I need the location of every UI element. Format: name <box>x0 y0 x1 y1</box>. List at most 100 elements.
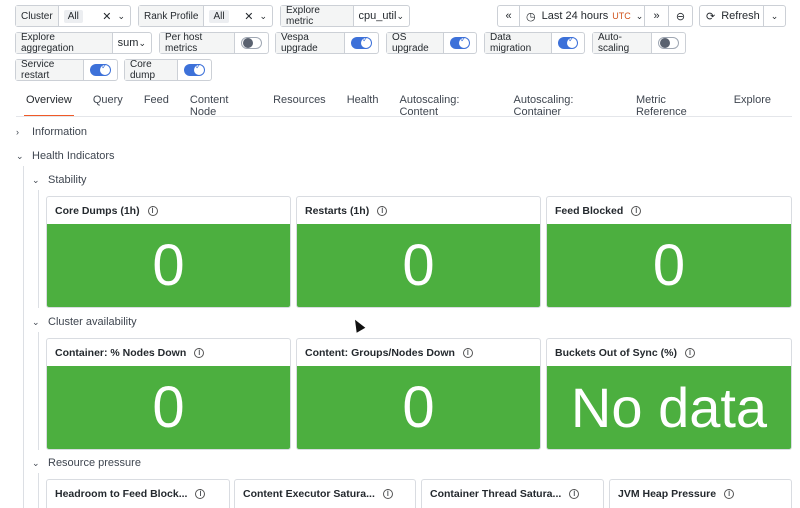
panel-feed-blocked[interactable]: Feed Blocked i 0 <box>546 196 792 308</box>
row-cluster-availability[interactable]: ⌄ Cluster availability <box>32 316 137 328</box>
clear-icon[interactable]: ✕ <box>244 10 253 23</box>
refresh-interval-dropdown[interactable]: ⌄ <box>763 5 786 27</box>
toggle-switch[interactable] <box>240 37 262 49</box>
tab-query[interactable]: Query <box>93 94 123 116</box>
stat-value: No data <box>547 366 791 449</box>
per-host-metrics-label: Per host metrics <box>160 32 235 54</box>
row-resource-pressure[interactable]: ⌄ Resource pressure <box>32 457 141 469</box>
tab-autoscaling-content[interactable]: Autoscaling: Content <box>399 94 492 118</box>
toggle-switch[interactable] <box>351 35 372 49</box>
panel-buckets-out-of-sync[interactable]: Buckets Out of Sync (%) i No data <box>546 338 792 450</box>
refresh-icon: ⟳ <box>706 10 716 23</box>
panel-content-executor-saturation[interactable]: Content Executor Satura... i <box>234 479 416 508</box>
core-dump-label: Core dump <box>125 59 179 81</box>
tab-explore[interactable]: Explore <box>734 94 771 116</box>
time-range-picker[interactable]: ◷ Last 24 hours UTC ⌄ <box>519 5 645 27</box>
info-icon[interactable]: i <box>724 488 735 499</box>
toggle-switch[interactable] <box>557 35 578 49</box>
explore-aggregation-value: sum <box>117 37 139 49</box>
row-resource-pressure-title: Resource pressure <box>48 457 141 469</box>
time-back-button[interactable]: « <box>497 5 520 27</box>
stat-value: 0 <box>297 224 540 307</box>
chevron-down-icon[interactable]: ⌄ <box>138 38 146 49</box>
service-restart-label: Service restart <box>16 59 84 81</box>
panel-title: JVM Heap Pressure <box>618 487 717 500</box>
chevron-down-icon[interactable]: ⌄ <box>117 11 125 22</box>
row-information-title: Information <box>32 126 88 138</box>
row-cluster-availability-title: Cluster availability <box>48 316 137 328</box>
panel-container-nodes-down[interactable]: Container: % Nodes Down i 0 <box>46 338 291 450</box>
tab-feed[interactable]: Feed <box>144 94 169 116</box>
row-information[interactable]: › Information <box>16 126 87 138</box>
row-health-indicators[interactable]: ⌄ Health Indicators <box>16 150 115 162</box>
time-range-label: Last 24 hours <box>541 10 609 22</box>
data-migration-toggle[interactable]: Data migration <box>484 32 585 54</box>
tab-metric-reference[interactable]: Metric Reference <box>636 94 713 118</box>
core-dump-toggle[interactable]: Core dump <box>124 59 212 81</box>
dashboard-tabs: Overview Query Feed Content Node Resourc… <box>16 94 792 118</box>
info-icon[interactable]: i <box>377 205 388 216</box>
vespa-upgrade-label: Vespa upgrade <box>276 32 346 54</box>
stat-value: 0 <box>47 366 290 449</box>
info-icon[interactable]: i <box>382 488 393 499</box>
zoom-out-button[interactable]: ⊖ <box>668 5 693 27</box>
chevron-down-icon: ⌄ <box>16 150 24 161</box>
auto-scaling-toggle[interactable]: Auto-scaling <box>592 32 686 54</box>
rank-profile-filter[interactable]: Rank Profile All ✕ ⌄ <box>138 5 273 27</box>
info-icon[interactable]: i <box>462 347 473 358</box>
vespa-upgrade-toggle[interactable]: Vespa upgrade <box>275 32 379 54</box>
info-icon[interactable]: i <box>569 488 580 499</box>
panel-container-thread-saturation[interactable]: Container Thread Satura... i <box>421 479 604 508</box>
service-restart-toggle[interactable]: Service restart <box>15 59 118 81</box>
data-migration-label: Data migration <box>485 32 552 54</box>
clock-icon: ◷ <box>526 10 536 23</box>
chevron-down-icon[interactable]: ⌄ <box>259 11 267 22</box>
nesting-line <box>38 332 39 450</box>
nesting-line <box>38 473 39 508</box>
row-health-indicators-title: Health Indicators <box>32 150 115 162</box>
chevron-down-icon: ⌄ <box>635 10 644 21</box>
explore-aggregation-select[interactable]: Explore aggregation sum ⌄ <box>15 32 152 54</box>
toggle-switch[interactable] <box>184 62 205 76</box>
os-upgrade-toggle[interactable]: OS upgrade <box>386 32 477 54</box>
info-icon[interactable]: i <box>147 205 158 216</box>
explore-metric-select[interactable]: Explore metric cpu_util ⌄ <box>280 5 410 27</box>
panel-title: Feed Blocked <box>555 204 624 217</box>
panel-jvm-heap-pressure[interactable]: JVM Heap Pressure i <box>609 479 792 508</box>
tab-health[interactable]: Health <box>347 94 379 116</box>
stat-value: 0 <box>47 224 290 307</box>
clear-icon[interactable]: ✕ <box>102 10 111 23</box>
refresh-button[interactable]: ⟳ Refresh <box>699 5 764 27</box>
panel-title: Content Executor Satura... <box>243 487 375 500</box>
info-icon[interactable]: i <box>684 347 695 358</box>
per-host-metrics-toggle[interactable]: Per host metrics <box>159 32 269 54</box>
tab-overview[interactable]: Overview <box>24 94 74 117</box>
rank-profile-label: Rank Profile <box>139 6 205 26</box>
toggle-switch[interactable] <box>449 35 470 49</box>
cluster-filter-value: All <box>63 9 83 23</box>
toggle-switch[interactable] <box>657 37 679 49</box>
panel-core-dumps[interactable]: Core Dumps (1h) i 0 <box>46 196 291 308</box>
chevron-down-icon[interactable]: ⌄ <box>396 11 404 22</box>
refresh-label: Refresh <box>721 10 760 22</box>
explore-aggregation-label: Explore aggregation <box>16 32 113 54</box>
chevron-down-icon: ⌄ <box>770 10 779 21</box>
double-chevron-left-icon: « <box>505 10 512 22</box>
panel-content-groups-nodes-down[interactable]: Content: Groups/Nodes Down i 0 <box>296 338 541 450</box>
info-icon[interactable]: i <box>194 347 205 358</box>
panel-headroom-feed-block[interactable]: Headroom to Feed Block... i <box>46 479 230 508</box>
toggle-switch[interactable] <box>89 62 111 76</box>
panel-title: Container: % Nodes Down <box>55 346 187 359</box>
tab-autoscaling-container[interactable]: Autoscaling: Container <box>514 94 615 118</box>
tab-resources[interactable]: Resources <box>273 94 326 116</box>
rank-profile-value: All <box>209 9 229 23</box>
nesting-line <box>38 190 39 308</box>
info-icon[interactable]: i <box>195 488 206 499</box>
panel-title: Content: Groups/Nodes Down <box>305 346 455 359</box>
row-stability[interactable]: ⌄ Stability <box>32 174 87 186</box>
info-icon[interactable]: i <box>631 205 642 216</box>
panel-restarts[interactable]: Restarts (1h) i 0 <box>296 196 541 308</box>
time-forward-button[interactable]: » <box>644 5 669 27</box>
tab-content-node[interactable]: Content Node <box>190 94 252 118</box>
cluster-filter[interactable]: Cluster All ✕ ⌄ <box>15 5 131 27</box>
